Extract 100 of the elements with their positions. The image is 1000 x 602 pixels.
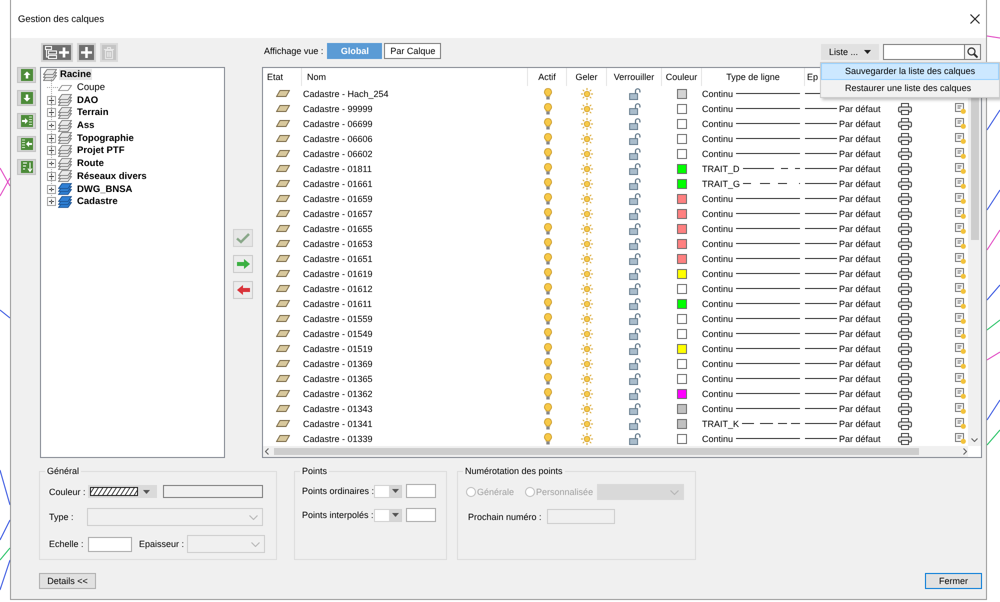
plus-box-icon[interactable] (47, 172, 56, 181)
layer-name[interactable]: Cadastre - 01611 (302, 298, 372, 308)
linetype-name[interactable]: Continu (702, 314, 734, 324)
unlocked-padlock-icon[interactable] (628, 132, 640, 144)
chevron-right-icon[interactable] (963, 448, 967, 455)
lightbulb-icon[interactable] (544, 388, 552, 400)
color-swatch[interactable] (677, 388, 687, 398)
layer-name[interactable]: Cadastre - 01365 (302, 374, 373, 384)
lightbulb-icon[interactable] (544, 118, 552, 130)
printer-icon[interactable] (898, 222, 912, 234)
printer-icon[interactable] (898, 238, 912, 250)
lineweight-value[interactable]: Par défaut (839, 224, 881, 234)
lineweight-value[interactable]: Par défaut (839, 358, 881, 368)
lightbulb-icon[interactable] (544, 132, 552, 144)
layer-name[interactable]: Cadastre - 01339 (302, 434, 373, 444)
color-swatch[interactable] (677, 104, 687, 114)
unlocked-padlock-icon[interactable] (628, 328, 640, 340)
linetype-name[interactable]: Continu (702, 284, 734, 294)
plus-box-icon[interactable] (47, 96, 56, 105)
lightbulb-icon[interactable] (544, 102, 552, 114)
lineweight-value[interactable]: Par défaut (839, 164, 881, 174)
lightbulb-icon[interactable] (544, 148, 552, 160)
lineweight-value[interactable]: Par défaut (839, 328, 881, 338)
plus-box-icon[interactable] (47, 121, 56, 130)
scrollbar-thumb[interactable] (274, 448, 919, 455)
details-toggle-button[interactable]: Details << (39, 573, 96, 589)
printer-icon[interactable] (898, 178, 912, 190)
unlocked-padlock-icon[interactable] (628, 432, 640, 444)
lineweight-value[interactable]: Par défaut (839, 344, 881, 354)
lightbulb-icon[interactable] (544, 162, 552, 174)
sun-icon[interactable] (581, 312, 593, 324)
layer-name[interactable]: Cadastre - 99999 (302, 104, 373, 114)
printer-icon[interactable] (898, 102, 912, 114)
sun-icon[interactable] (581, 432, 593, 444)
linetype-name[interactable]: Continu (702, 298, 734, 308)
lightbulb-icon[interactable] (544, 282, 552, 294)
sun-icon[interactable] (581, 102, 593, 114)
sort-button[interactable] (17, 159, 36, 175)
unlocked-padlock-icon[interactable] (628, 118, 640, 130)
lineweight-value[interactable]: Par défaut (839, 238, 881, 248)
unlocked-padlock-icon[interactable] (628, 388, 640, 400)
linetype-name[interactable]: Continu (702, 344, 734, 354)
layer-name[interactable]: Cadastre - 06606 (302, 134, 373, 144)
layer-name[interactable]: Cadastre - 01559 (302, 314, 373, 324)
sun-icon[interactable] (581, 328, 593, 340)
lineweight-value[interactable]: Par défaut (839, 148, 881, 158)
linetype-name[interactable]: Continu (702, 374, 734, 384)
column-header[interactable]: Nom (307, 72, 326, 82)
sun-icon[interactable] (581, 208, 593, 220)
linetype-name[interactable]: Continu (702, 194, 734, 204)
unlocked-padlock-icon[interactable] (628, 222, 640, 234)
linetype-name[interactable]: Continu (702, 208, 734, 218)
layer-name[interactable]: Cadastre - 01659 (302, 194, 373, 204)
column-header[interactable]: Geler (575, 72, 598, 82)
linetype-name[interactable]: Continu (702, 388, 734, 398)
point-size-field[interactable] (406, 508, 436, 522)
linetype-name[interactable]: Continu (702, 254, 734, 264)
lineweight-value[interactable]: Par défaut (839, 178, 881, 188)
lineweight-value[interactable]: Par défaut (839, 208, 881, 218)
linetype-name[interactable]: Continu (702, 134, 734, 144)
linetype-name[interactable]: Continu (702, 238, 734, 248)
new-group-button[interactable] (41, 43, 73, 62)
column-header[interactable]: Ep (807, 72, 818, 82)
tree-item[interactable]: DWG_BNSA (76, 184, 134, 195)
lightbulb-icon[interactable] (544, 88, 552, 100)
export-button[interactable] (17, 136, 36, 152)
tree-item[interactable]: Projet PTF (76, 145, 126, 156)
column-header[interactable]: Couleur (666, 72, 698, 82)
color-field[interactable] (163, 485, 263, 498)
printer-icon[interactable] (898, 268, 912, 280)
layer-name[interactable]: Cadastre - 01651 (302, 254, 373, 264)
sun-icon[interactable] (581, 388, 593, 400)
lightbulb-icon[interactable] (544, 312, 552, 324)
lightbulb-icon[interactable] (544, 402, 552, 414)
plus-box-icon[interactable] (47, 159, 56, 168)
list-button[interactable]: Liste ... (821, 44, 879, 60)
sun-icon[interactable] (581, 282, 593, 294)
unlocked-padlock-icon[interactable] (628, 88, 640, 100)
unlocked-padlock-icon[interactable] (628, 372, 640, 384)
linetype-name[interactable]: Continu (702, 268, 734, 278)
color-swatch[interactable] (677, 224, 687, 234)
printer-icon[interactable] (898, 162, 912, 174)
tree-item[interactable]: DAO (76, 94, 100, 106)
sun-icon[interactable] (581, 192, 593, 204)
unlocked-padlock-icon[interactable] (628, 208, 640, 220)
unlocked-padlock-icon[interactable] (628, 148, 640, 160)
view-toggle-button[interactable]: Par Calque (384, 43, 442, 59)
tree-item[interactable]: Réseaux divers (76, 170, 148, 182)
linetype-name[interactable]: Continu (702, 88, 734, 98)
lightbulb-icon[interactable] (544, 238, 552, 250)
chevron-down-icon[interactable] (971, 438, 978, 442)
linetype-name[interactable]: Continu (702, 148, 734, 158)
plus-box-icon[interactable] (47, 108, 56, 118)
lineweight-value[interactable]: Par défaut (839, 194, 881, 204)
color-swatch[interactable] (677, 344, 687, 354)
layer-name[interactable]: Cadastre - 06699 (302, 118, 373, 128)
unlocked-padlock-icon[interactable] (628, 192, 640, 204)
unlocked-padlock-icon[interactable] (628, 418, 640, 430)
unlocked-padlock-icon[interactable] (628, 162, 640, 174)
tree-item[interactable]: Terrain (76, 107, 110, 118)
